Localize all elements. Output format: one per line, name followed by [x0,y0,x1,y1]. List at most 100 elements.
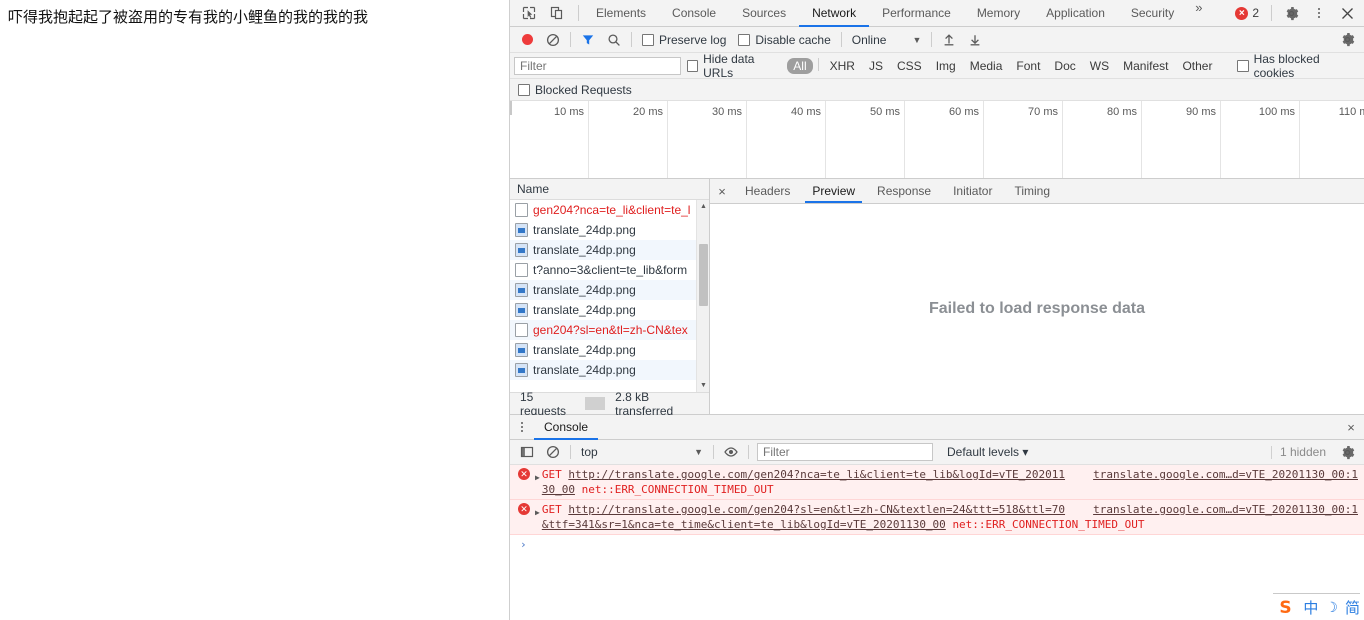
filter-toggle-icon[interactable] [575,27,601,52]
preserve-log-label: Preserve log [659,32,727,47]
console-sidebar-toggle-icon[interactable] [514,440,540,465]
timeline-gridline [1141,101,1142,178]
network-filter-input[interactable] [514,56,681,75]
drawer-close-icon[interactable]: × [1338,415,1364,439]
request-url[interactable]: http://translate.google.com/gen204?sl=en… [568,503,1065,516]
table-row[interactable]: translate_24dp.png [510,340,709,360]
network-overview-timeline[interactable]: 10 ms 20 ms 30 ms 40 ms 50 ms 60 ms 70 m… [510,101,1364,179]
tab-elements[interactable]: Elements [583,0,659,26]
table-row[interactable]: translate_24dp.png [510,360,709,380]
request-url-tail[interactable]: &ttf=341&sr=1&nca=te_time&client=te_lib&… [542,518,946,531]
kebab-menu-icon[interactable] [1306,1,1332,26]
error-icon: × [1235,6,1249,20]
devtools-right-controls: × 2 [1229,0,1364,26]
drawer-tab-console[interactable]: Console [534,415,599,440]
request-name: gen204?nca=te_li&client=te_l [533,203,691,217]
table-row[interactable]: translate_24dp.png [510,240,709,260]
tab-application[interactable]: Application [1033,0,1118,26]
tab-preview[interactable]: Preview [801,179,866,203]
has-blocked-cookies-checkbox[interactable]: Has blocked cookies [1231,52,1360,80]
tab-headers[interactable]: Headers [734,179,801,203]
close-detail-icon[interactable]: × [710,179,734,203]
tab-network[interactable]: Network [799,0,870,27]
close-icon[interactable] [1334,1,1360,26]
console-context-select[interactable]: top ▼ [575,445,709,459]
throttling-select[interactable]: Online ▼ [846,33,928,47]
scroll-up-icon[interactable]: ▲ [697,200,709,213]
request-list-header[interactable]: Name [510,179,709,200]
transferred-size: 2.8 kB transferred [615,389,674,418]
import-har-icon[interactable] [936,27,962,52]
expand-arrow-icon[interactable]: ▶ [535,470,540,497]
preserve-log-checkbox[interactable]: Preserve log [636,33,732,47]
live-expression-eye-icon[interactable] [718,440,744,465]
hide-data-urls-checkbox[interactable]: Hide data URLs [681,52,786,80]
type-filter-img[interactable]: Img [929,59,963,73]
type-filter-js[interactable]: JS [862,59,890,73]
error-icon: ✕ [518,503,530,515]
inspect-element-icon[interactable] [516,1,542,26]
type-filter-font[interactable]: Font [1009,59,1047,73]
ime-language-mode[interactable]: 中 [1303,597,1318,618]
type-filter-manifest[interactable]: Manifest [1116,59,1175,73]
export-har-icon[interactable] [962,27,988,52]
type-filter-media[interactable]: Media [963,59,1010,73]
console-filter-input[interactable] [757,443,933,461]
network-toolbar-right [1334,27,1360,52]
kebab-dots [521,422,523,432]
table-row[interactable]: translate_24dp.png [510,280,709,300]
network-settings-gear-icon[interactable] [1334,27,1360,52]
record-button[interactable] [514,27,540,52]
console-error-message[interactable]: ✕ ▶ GET http://translate.google.com/gen2… [510,500,1364,535]
error-badge[interactable]: × 2 [1229,6,1265,20]
scroll-down-icon[interactable]: ▼ [697,379,709,392]
table-row[interactable]: gen204?nca=te_li&client=te_l [510,200,709,220]
sogou-logo-icon[interactable]: S [1279,599,1296,617]
type-filter-css[interactable]: CSS [890,59,929,73]
device-toolbar-icon[interactable] [544,1,570,26]
type-filter-all[interactable]: All [787,57,813,74]
table-row[interactable]: translate_24dp.png [510,300,709,320]
network-split-pane: Name gen204?nca=te_li&client=te_l transl… [510,179,1364,418]
ime-script-mode[interactable]: 简 [1345,597,1360,618]
search-icon[interactable] [601,27,627,52]
blocked-requests-checkbox[interactable]: Blocked Requests [518,83,638,97]
console-settings-gear-icon[interactable] [1334,440,1360,465]
drawer-menu-icon[interactable] [510,415,534,439]
ime-moon-icon[interactable]: ☽ [1325,599,1338,616]
table-row[interactable]: translate_24dp.png [510,220,709,240]
expand-arrow-icon[interactable]: ▶ [535,505,540,532]
type-filter-doc[interactable]: Doc [1047,59,1082,73]
clear-console-icon[interactable] [540,440,566,465]
clear-button[interactable] [540,27,566,52]
tab-console[interactable]: Console [659,0,729,26]
table-row[interactable]: gen204?sl=en&tl=zh-CN&tex [510,320,709,340]
tab-security[interactable]: Security [1118,0,1187,26]
console-prompt[interactable]: › [510,535,1364,551]
request-url[interactable]: http://translate.google.com/gen204?nca=t… [568,468,1065,481]
disable-cache-checkbox[interactable]: Disable cache [732,33,836,47]
timeline-tick-40ms: 40 ms [791,106,821,118]
type-filter-ws[interactable]: WS [1083,59,1116,73]
console-error-message[interactable]: ✕ ▶ GET http://translate.google.com/gen2… [510,465,1364,500]
request-name: translate_24dp.png [533,283,636,297]
tab-memory[interactable]: Memory [964,0,1033,26]
tab-timing[interactable]: Timing [1003,179,1061,203]
tab-initiator[interactable]: Initiator [942,179,1003,203]
table-row[interactable]: t?anno=3&client=te_lib&form [510,260,709,280]
request-list-scrollbar[interactable]: ▲ ▼ [696,200,709,392]
scrollbar-thumb[interactable] [699,244,708,306]
type-filter-other[interactable]: Other [1175,59,1219,73]
tab-sources[interactable]: Sources [729,0,799,26]
tab-performance[interactable]: Performance [869,0,964,26]
gear-icon[interactable] [1278,1,1304,26]
console-levels-select[interactable]: Default levels ▾ [939,445,1036,459]
console-messages[interactable]: ✕ ▶ GET http://translate.google.com/gen2… [510,465,1364,618]
type-filter-xhr[interactable]: XHR [823,59,862,73]
request-url-tail[interactable]: 30_00 [542,483,575,496]
tab-response[interactable]: Response [866,179,942,203]
request-rows[interactable]: gen204?nca=te_li&client=te_l translate_2… [510,200,709,392]
message-source-link[interactable]: translate.google.com…d=vTE_20201130_00:1 [1093,502,1358,517]
message-source-link[interactable]: translate.google.com…d=vTE_20201130_00:1 [1093,467,1358,482]
more-tabs-icon[interactable]: » [1187,0,1210,26]
